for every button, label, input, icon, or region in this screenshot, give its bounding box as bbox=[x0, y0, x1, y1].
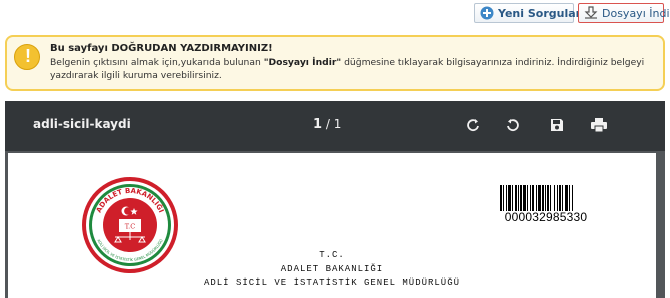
rotate-counterclockwise-icon[interactable] bbox=[503, 115, 523, 135]
warning-text: Belgenin çıktısını almak için,yukarıda b… bbox=[50, 57, 645, 81]
new-query-button[interactable]: Yeni Sorgulama bbox=[474, 3, 595, 23]
warning-title: Bu sayfayı DOĞRUDAN YAZDIRMAYINIZ! bbox=[50, 43, 273, 54]
pdf-viewer: adli-sicil-kaydi 1 / 1 ADALET BAKANLIĞI … bbox=[5, 101, 665, 298]
save-icon[interactable] bbox=[547, 115, 567, 135]
print-icon[interactable] bbox=[589, 115, 609, 135]
exclamation-icon: ! bbox=[14, 44, 40, 70]
header-line-3: ADLİ SİCİL VE İSTATİSTİK GENEL MÜDÜRLÜĞÜ bbox=[203, 278, 461, 288]
rotate-clockwise-icon[interactable] bbox=[463, 115, 483, 135]
top-action-bar: Yeni Sorgulama Dosyayı İndir bbox=[0, 0, 670, 26]
page-indicator: 1 / 1 bbox=[313, 117, 341, 132]
pdf-toolbar: adli-sicil-kaydi 1 / 1 bbox=[5, 101, 665, 151]
header-line-1: T.C. bbox=[319, 250, 345, 260]
svg-text:T.C: T.C bbox=[125, 223, 135, 231]
download-button[interactable]: Dosyayı İndir bbox=[578, 3, 670, 23]
total-pages: 1 bbox=[333, 117, 342, 131]
document-page: ADALET BAKANLIĞI ADLİ SİCİL VE İSTATİSTİ… bbox=[8, 153, 656, 298]
document-title: adli-sicil-kaydi bbox=[33, 117, 131, 131]
download-label: Dosyayı İndir bbox=[602, 6, 670, 20]
download-icon bbox=[584, 6, 598, 20]
barcode-number: 000032985330 bbox=[504, 210, 588, 224]
header-line-2: ADALET BAKANLIĞI bbox=[280, 264, 384, 274]
current-page[interactable]: 1 bbox=[313, 117, 322, 132]
page-separator: / bbox=[325, 117, 330, 131]
warning-box: ! Bu sayfayı DOĞRUDAN YAZDIRMAYINIZ! Bel… bbox=[5, 35, 665, 91]
plus-circle-icon bbox=[480, 6, 494, 20]
